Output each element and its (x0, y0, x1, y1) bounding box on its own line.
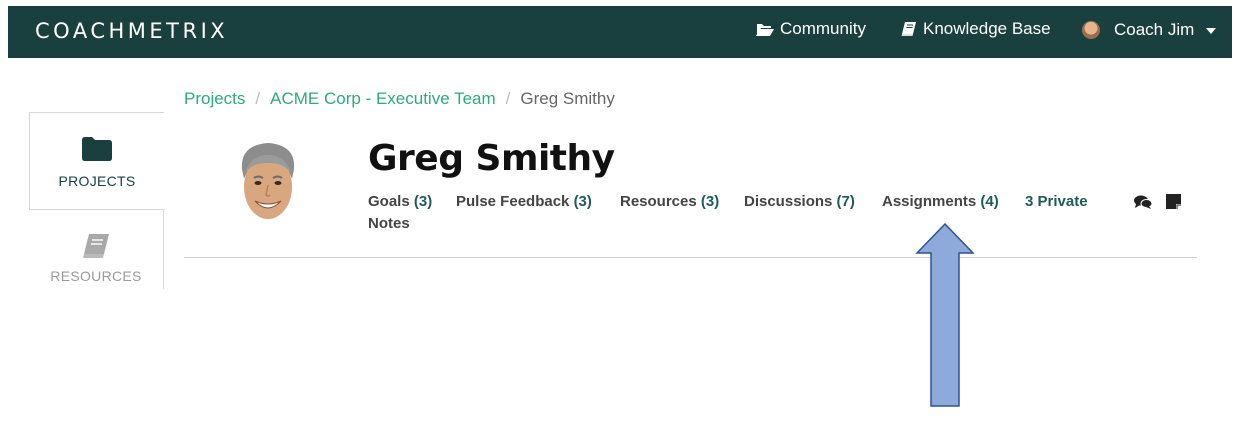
side-tabs: PROJECTS RESOURCES (29, 112, 164, 290)
tab-count: (7) (836, 193, 855, 210)
sidebar-item-resources[interactable]: RESOURCES (29, 209, 164, 289)
avatar (1082, 21, 1100, 39)
breadcrumb-separator: / (255, 89, 261, 108)
tab-private-notes-label[interactable]: Notes (368, 215, 410, 232)
top-navbar: COACHMETRIX Community Knowledge Base Coa… (8, 6, 1232, 58)
tab-count: (4) (980, 193, 999, 210)
book-icon (83, 234, 109, 258)
caret-down-icon (1206, 28, 1217, 34)
tab-label: Pulse Feedback (456, 193, 570, 210)
user-name: Coach Jim (1114, 20, 1195, 39)
comments-icon[interactable] (1134, 195, 1152, 209)
user-menu[interactable]: Coach Jim (1082, 20, 1217, 40)
tab-assignments[interactable]: Assignments (4) (882, 193, 999, 210)
tab-discussions[interactable]: Discussions (7) (744, 193, 855, 210)
profile-photo (241, 143, 295, 219)
sidebar-item-label: RESOURCES (50, 268, 142, 284)
breadcrumb-team[interactable]: ACME Corp - Executive Team (270, 89, 495, 108)
folder-icon (82, 137, 112, 161)
breadcrumb: Projects / ACME Corp - Executive Team / Greg… (184, 89, 615, 109)
header-divider (184, 257, 1197, 258)
tab-label: Resources (620, 193, 697, 210)
sidebar-item-projects[interactable]: PROJECTS (29, 112, 164, 210)
tab-count: (3) (573, 193, 592, 210)
folder-open-icon (756, 24, 774, 36)
tab-label: Goals (368, 193, 410, 210)
knowledge-base-label: Knowledge Base (923, 19, 1051, 38)
tab-pulse-feedback[interactable]: Pulse Feedback (3) (456, 193, 592, 210)
knowledge-base-link[interactable]: Knowledge Base (901, 19, 1051, 39)
breadcrumb-projects[interactable]: Projects (184, 89, 245, 108)
annotation-arrow (915, 223, 975, 407)
profile-name: Greg Smithy (368, 138, 615, 179)
breadcrumb-separator: / (505, 89, 511, 108)
brand-logo[interactable]: COACHMETRIX (35, 19, 228, 43)
community-link[interactable]: Community (756, 19, 866, 39)
breadcrumb-current: Greg Smithy (520, 89, 615, 108)
tab-goals[interactable]: Goals (3) (368, 193, 432, 210)
tab-count: (3) (700, 193, 720, 210)
sidebar-item-label: PROJECTS (58, 173, 136, 189)
book-icon (901, 22, 916, 36)
tab-private-notes[interactable]: 3 Private (1025, 193, 1088, 210)
tab-count: (3) (413, 193, 433, 210)
tab-label: Assignments (882, 193, 977, 210)
community-label: Community (780, 19, 866, 38)
tab-label: Discussions (744, 193, 833, 210)
sticky-note-icon[interactable] (1166, 194, 1182, 210)
tab-resources[interactable]: Resources (3) (620, 193, 719, 210)
